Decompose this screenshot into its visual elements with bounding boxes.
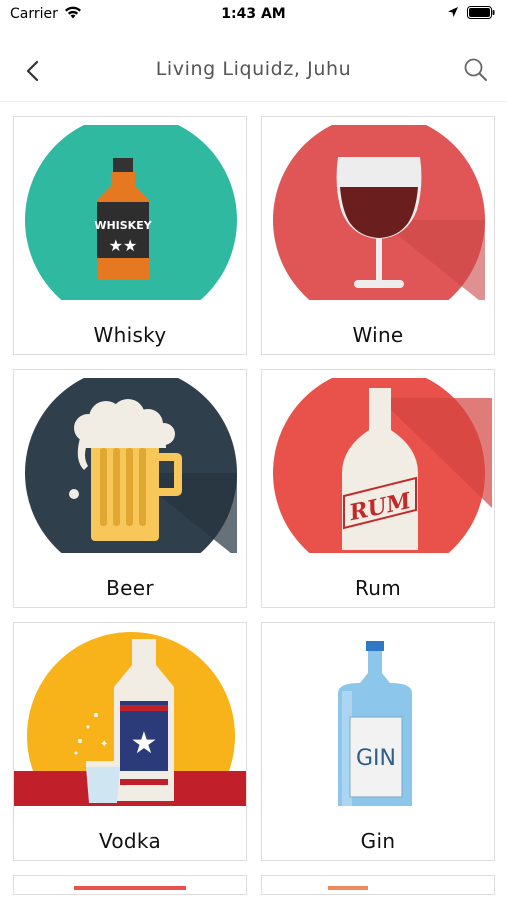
category-label: Wine: [352, 323, 404, 347]
gin-label-text: GIN: [356, 746, 396, 771]
whiskey-bottle-icon: WHISKEY ★★: [25, 125, 237, 300]
category-label: Vodka: [98, 829, 162, 853]
rum-bottle-icon: RUM: [273, 378, 492, 553]
page-title: Living Liquidz, Juhu: [155, 58, 352, 80]
wifi-icon: [64, 6, 82, 23]
category-card-vodka[interactable]: ★ ✦ Vodka: [13, 622, 247, 861]
carrier-label: Carrier: [10, 6, 58, 22]
category-card-rum[interactable]: RUM Rum: [261, 369, 495, 608]
category-label: Gin: [360, 829, 396, 853]
navigation-bar: Living Liquidz, Juhu: [0, 40, 507, 102]
gin-bottle-icon: GIN: [262, 631, 494, 806]
category-label: Rum: [354, 576, 402, 600]
wine-glass-icon: [273, 125, 485, 300]
battery-icon: [467, 5, 495, 23]
category-card-partial[interactable]: [13, 875, 247, 895]
svg-text:★: ★: [131, 726, 158, 761]
search-icon: [464, 58, 487, 81]
category-label: Whisky: [93, 323, 167, 347]
category-card-whisky[interactable]: WHISKEY ★★ Whisky: [13, 116, 247, 355]
app-screen: Carrier 1:43 AM Living Liquidz, Juhu WHI…: [0, 0, 507, 900]
partial-art: [328, 886, 368, 890]
category-grid: WHISKEY ★★ Whisky Wine Beer RUM Rum ★ ✦ …: [13, 116, 495, 895]
category-card-gin[interactable]: GIN Gin: [261, 622, 495, 861]
status-left: Carrier: [10, 6, 82, 23]
category-label: Beer: [106, 576, 154, 600]
beer-mug-icon: [25, 378, 237, 553]
search-button[interactable]: [461, 55, 491, 85]
svg-text:✦: ✦: [100, 739, 108, 750]
category-card-partial[interactable]: [261, 875, 495, 895]
vodka-bottle-icon: ★ ✦: [14, 632, 246, 806]
whiskey-label-text: WHISKEY: [94, 219, 152, 232]
location-arrow-icon: [447, 6, 459, 22]
partial-art: [74, 886, 186, 890]
status-right: [447, 5, 495, 23]
category-card-wine[interactable]: Wine: [261, 116, 495, 355]
status-bar: Carrier 1:43 AM: [0, 0, 507, 28]
category-card-beer[interactable]: Beer: [13, 369, 247, 608]
svg-text:★★: ★★: [109, 236, 138, 255]
